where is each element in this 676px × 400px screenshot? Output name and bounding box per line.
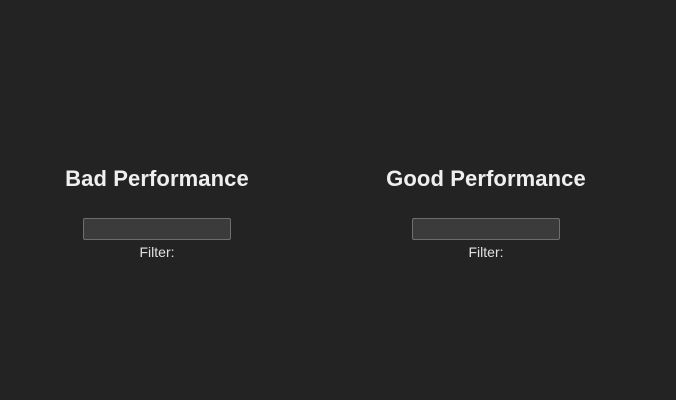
good-performance-panel: Good Performance Filter: bbox=[356, 164, 616, 260]
app-stage: Bad Performance Filter: Good Performance… bbox=[0, 0, 676, 400]
bad-performance-panel: Bad Performance Filter: bbox=[27, 164, 287, 260]
panel-title-good: Good Performance bbox=[386, 166, 586, 191]
panel-title-bad: Bad Performance bbox=[65, 166, 249, 191]
filter-input-bad[interactable] bbox=[83, 218, 231, 240]
filter-input-good[interactable] bbox=[412, 218, 560, 240]
filter-label-bad: Filter: bbox=[139, 244, 175, 260]
filter-label-good: Filter: bbox=[468, 244, 504, 260]
